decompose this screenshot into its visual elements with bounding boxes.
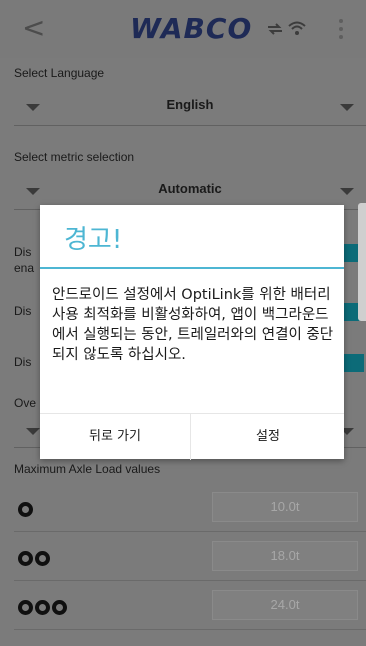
sync-icon — [268, 23, 282, 35]
dialog-actions: 뒤로 가기 설정 — [40, 413, 344, 460]
double-axle-icon — [18, 551, 50, 567]
axle-load-input[interactable]: 10.0t — [212, 492, 358, 522]
axle-load-label: Maximum Axle Load values — [14, 462, 161, 476]
language-value: English — [166, 97, 214, 112]
chevron-down-icon — [26, 428, 40, 435]
wifi-icon — [288, 21, 306, 35]
setting-row-3-text: Dis — [14, 355, 32, 369]
more-options-icon[interactable] — [339, 19, 343, 41]
dialog-message: 안드로이드 설정에서 OptiLink를 위한 배터리 사용 최적화를 비활성화… — [52, 287, 334, 363]
back-icon[interactable]: < — [22, 14, 50, 44]
scroll-edge-indicator — [358, 203, 366, 321]
axle-load-input[interactable]: 18.0t — [212, 541, 358, 571]
toggle-switch[interactable] — [344, 354, 364, 372]
dialog-title: 경고! — [64, 225, 123, 255]
setting-row-2-text: Dis — [14, 304, 32, 318]
metric-label: Select metric selection — [14, 150, 135, 164]
axle-row-single: 10.0t — [14, 484, 366, 532]
dialog-divider — [40, 267, 344, 269]
chevron-down-icon — [340, 188, 354, 195]
setting-row-1-text: Dis — [14, 245, 32, 259]
axle-row-triple: 24.0t — [14, 582, 366, 630]
back-button[interactable]: 뒤로 가기 — [40, 414, 191, 460]
language-label: Select Language — [14, 66, 105, 80]
setting-row-1-subtext: ena — [14, 261, 35, 275]
single-axle-icon — [18, 502, 33, 518]
language-select[interactable]: English — [14, 88, 366, 126]
metric-value: Automatic — [158, 181, 222, 196]
wabco-logo: WABCO — [130, 12, 253, 45]
axle-load-input[interactable]: 24.0t — [212, 590, 358, 620]
setting-row-4-text: Ove — [14, 396, 37, 410]
chevron-down-icon — [340, 104, 354, 111]
triple-axle-icon — [18, 600, 67, 616]
app-bar: < WABCO — [0, 0, 366, 58]
warning-dialog: 경고! 안드로이드 설정에서 OptiLink를 위한 배터리 사용 최적화를 … — [40, 205, 344, 460]
settings-button[interactable]: 설정 — [192, 414, 344, 460]
axle-row-double: 18.0t — [14, 533, 366, 581]
